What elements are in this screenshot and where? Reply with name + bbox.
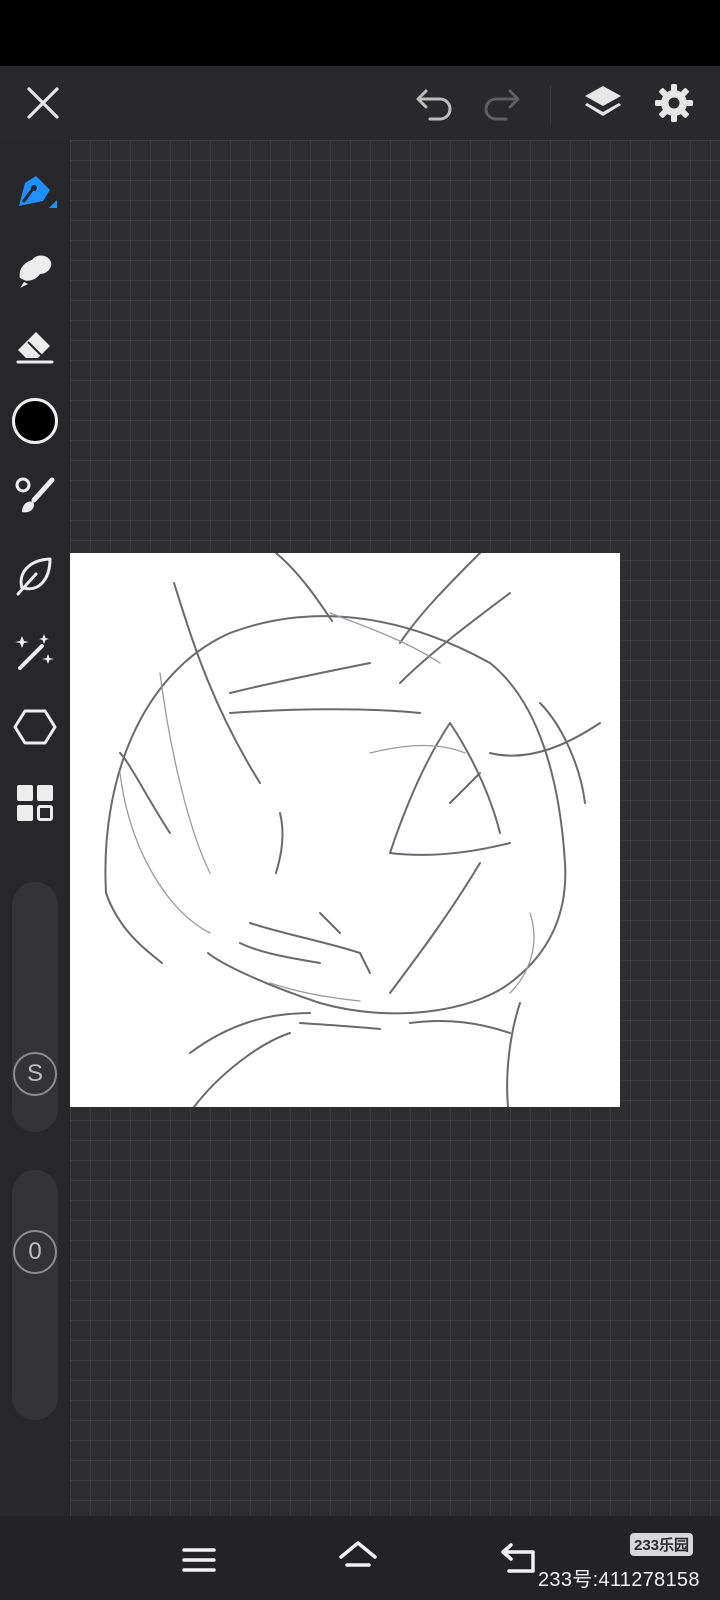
close-icon[interactable]: [20, 80, 66, 126]
lasso-tool[interactable]: [10, 550, 60, 600]
smudge-icon: [19, 255, 52, 288]
brush-tool[interactable]: [10, 472, 60, 522]
home-icon[interactable]: [334, 1536, 382, 1580]
pen-nib-icon: [19, 176, 57, 208]
undo-icon[interactable]: [412, 82, 458, 124]
brush-size-badge: S: [13, 1052, 57, 1096]
magic-wand-icon: [15, 634, 54, 670]
sketch-drawing: [104, 552, 601, 1108]
color-swatch-icon: [12, 398, 58, 444]
more-tools-button[interactable]: [10, 778, 60, 828]
hexagon-icon: [13, 709, 57, 745]
opacity-slider[interactable]: [12, 1170, 58, 1420]
brush-icon: [15, 477, 55, 513]
pen-tool[interactable]: [10, 168, 60, 218]
layers-icon[interactable]: [580, 80, 626, 126]
menu-icon[interactable]: [176, 1540, 222, 1580]
color-picker-button[interactable]: [10, 396, 60, 446]
watermark-id: 233号:411278158: [538, 1569, 700, 1591]
artboard[interactable]: [70, 552, 620, 1108]
eraser-icon: [16, 332, 54, 364]
smudge-tool[interactable]: [10, 244, 60, 294]
back-icon[interactable]: [496, 1538, 542, 1580]
magic-wand-tool[interactable]: [10, 626, 60, 676]
top-toolbar: [0, 66, 720, 140]
shape-tool[interactable]: [10, 702, 60, 752]
settings-icon[interactable]: [651, 80, 697, 126]
lasso-leaf-icon: [16, 557, 52, 596]
size-badge-label: S: [26, 1060, 43, 1087]
eraser-tool[interactable]: [10, 320, 60, 370]
opacity-badge: 0: [13, 1230, 57, 1274]
redo-icon[interactable]: [478, 82, 524, 124]
toolbar-divider: [550, 86, 551, 124]
grid-icon: [17, 785, 53, 821]
watermark-logo: 233乐园: [630, 1533, 694, 1556]
status-bar: [0, 0, 720, 66]
opacity-badge-label: 0: [28, 1238, 42, 1265]
